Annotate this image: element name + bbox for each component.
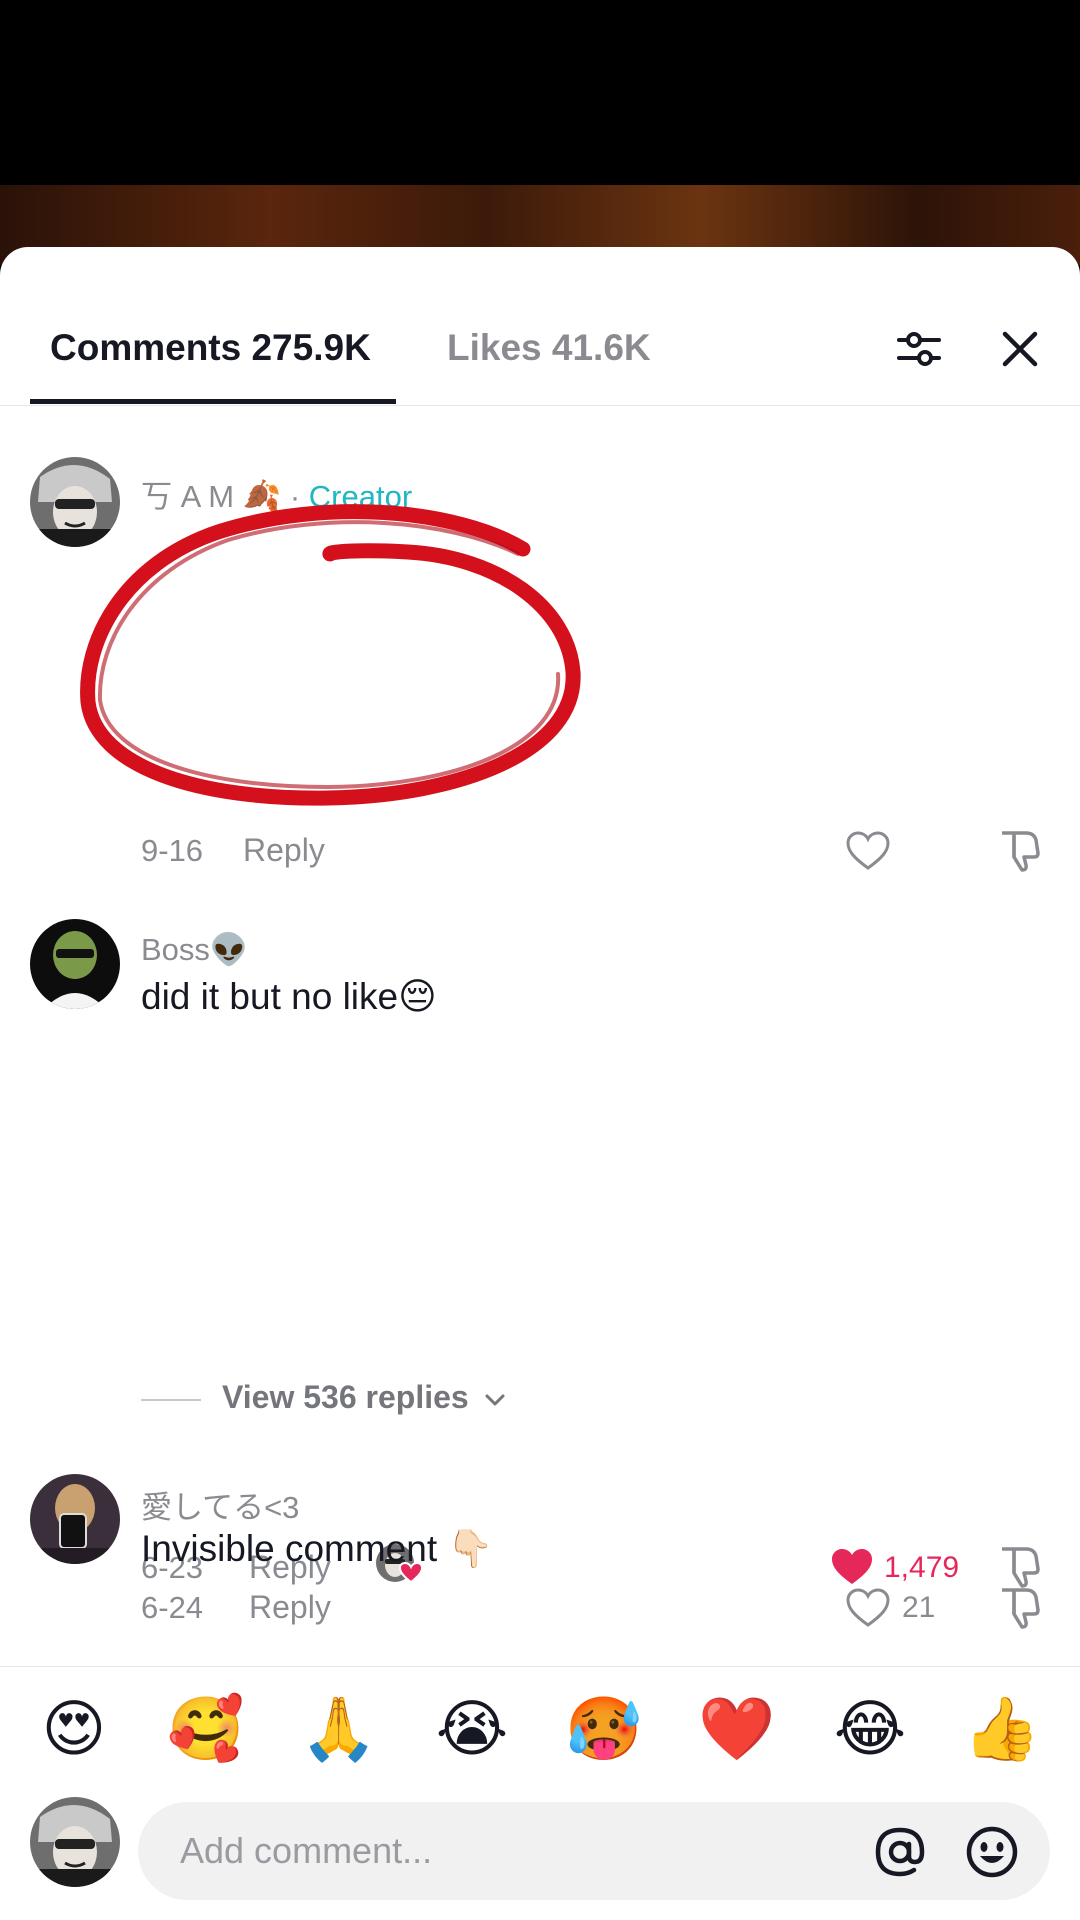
comment-text: did it but no like😔 xyxy=(141,976,437,1017)
divider xyxy=(141,1399,201,1401)
at-icon[interactable] xyxy=(872,1824,928,1880)
comment-input[interactable]: Add comment... xyxy=(138,1802,1050,1900)
view-replies-text: View 536 replies xyxy=(222,1379,469,1415)
comment-text: Invisible comment 👇🏻 xyxy=(141,1528,494,1569)
reaction-emoji[interactable]: 🥵 xyxy=(564,1690,644,1770)
red-circle-annotation xyxy=(80,504,581,806)
comment-username[interactable]: 愛してる<3 xyxy=(141,1482,299,1527)
reaction-emoji[interactable]: 😍 xyxy=(34,1690,114,1770)
avatar[interactable] xyxy=(30,919,120,1009)
comment-input-placeholder: Add comment... xyxy=(180,1830,433,1871)
comment-date: 9-16 xyxy=(141,833,204,868)
user-avatar[interactable] xyxy=(30,1797,120,1887)
reaction-emoji[interactable]: 😂 xyxy=(830,1690,910,1770)
comment-item: 愛してる<3 Invisible comment 👇🏻 6-24 Reply 2… xyxy=(0,1474,1080,1634)
comments-sheet: Comments 275.9K Likes 41.6K 丂 A M 🍂 · Cr… xyxy=(0,247,1080,1920)
dislike-icon[interactable] xyxy=(996,827,1042,873)
comments-header: Comments 275.9K Likes 41.6K xyxy=(0,247,1080,406)
reaction-emoji[interactable]: ❤️ xyxy=(697,1690,777,1770)
like-count: 21 xyxy=(902,1591,936,1624)
reply-button[interactable]: Reply xyxy=(249,1589,331,1626)
tab-likes[interactable]: Likes 41.6K xyxy=(447,327,651,369)
reaction-emoji[interactable]: 🙏 xyxy=(299,1690,379,1770)
emoji-bar-divider xyxy=(0,1666,1080,1667)
comment-username[interactable]: Boss👽 xyxy=(141,931,249,968)
comment-item: Boss👽 did it but no like😔 6-23 Reply 1,4… xyxy=(0,919,1080,1588)
heart-icon[interactable] xyxy=(846,831,890,871)
heart-icon[interactable] xyxy=(846,1588,890,1628)
emoji-icon[interactable] xyxy=(964,1824,1020,1880)
reply-button[interactable]: Reply xyxy=(243,832,325,869)
comment-item: 丂 A M 🍂 · Creator 9-16 Reply xyxy=(0,457,1080,897)
tab-comments[interactable]: Comments 275.9K xyxy=(50,327,371,369)
close-icon[interactable] xyxy=(996,325,1044,373)
dislike-icon[interactable] xyxy=(996,1584,1042,1630)
chevron-down-icon xyxy=(485,1394,505,1406)
view-replies-label: View 536 replies xyxy=(222,1379,506,1416)
reaction-emoji[interactable]: 👍 xyxy=(962,1690,1042,1770)
active-tab-indicator xyxy=(30,399,396,404)
reaction-emoji[interactable]: 😭 xyxy=(432,1690,512,1770)
reaction-emoji[interactable]: 🥰 xyxy=(166,1690,246,1770)
filter-icon[interactable] xyxy=(895,325,943,373)
comment-date: 6-24 xyxy=(141,1590,204,1625)
avatar[interactable] xyxy=(30,1474,120,1564)
